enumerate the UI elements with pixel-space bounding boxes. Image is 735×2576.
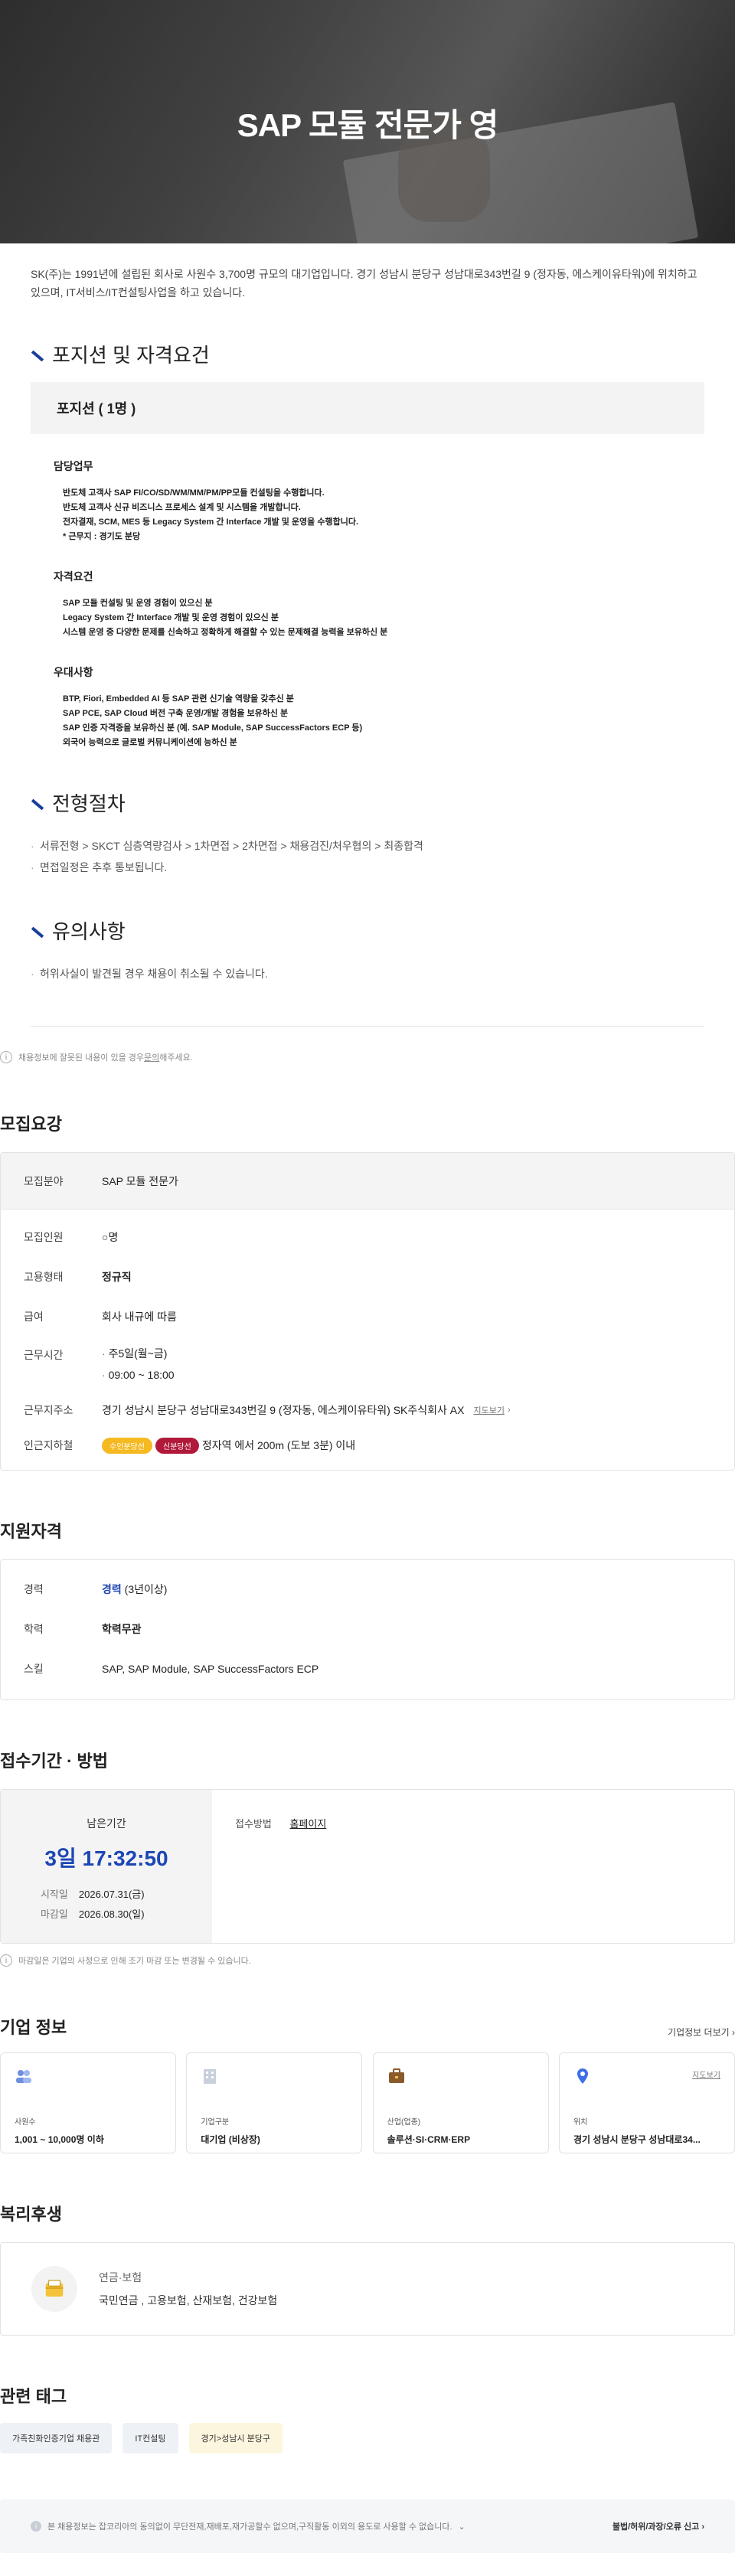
duties-title: 담당업무 <box>54 460 93 472</box>
company-card-location: 지도보기 위치 경기 성남시 분당구 성남대로34... <box>558 2052 735 2153</box>
company-more-link[interactable]: 기업정보 더보기 › <box>668 2026 735 2039</box>
chevron-down-icon[interactable]: ⌄ <box>459 2522 466 2532</box>
recruit-title: 모집요강 <box>0 1115 62 1134</box>
hero-banner: SAP 모듈 전문가 영 <box>0 0 735 243</box>
position-box: 포지션 ( 1명 ) <box>31 382 704 434</box>
period-title: 접수기간 · 방법 <box>0 1752 108 1771</box>
recruit-card: 모집분야 SAP 모듈 전문가 모집인원 ○명 고용형태 정규직 급여 회사 내… <box>0 1152 735 1471</box>
remaining-time: 3일 17:32:50 <box>44 1846 168 1870</box>
list-item: 서류전형 > SKCT 심층역량검사 > 1차면접 > 2차면접 > 채용검진/… <box>31 835 704 857</box>
work-address: 경기 성남시 분당구 성남대로343번길 9 (정자동, 에스케이유타워) SK… <box>102 1404 465 1416</box>
tag[interactable]: 경기>성남시 분당구 <box>188 2423 283 2454</box>
company-card-industry: 산업(업종) 솔루션·SI·CRM·ERP <box>372 2052 549 2153</box>
list-item: BTP, Fiori, Embedded AI 등 SAP 관련 신기술 역량을… <box>63 694 294 704</box>
briefcase-icon <box>388 2068 404 2083</box>
position-label: 포지션 ( 1명 ) <box>57 401 136 416</box>
list-item: 반도체 고객사 신규 비즈니스 프로세스 설계 및 시스템을 개발합니다. <box>63 503 301 512</box>
welfare-title: 복리후생 <box>0 2205 62 2224</box>
list-item: 허위사실이 발견될 경우 채용이 취소될 수 있습니다. <box>31 963 704 984</box>
period-card: 남은기간 3일 17:32:50 시작일 2026.07.31(금) 마감일 202… <box>0 1789 735 1944</box>
section-caution: 유의사항 <box>31 916 704 945</box>
location-pin-icon <box>577 2068 588 2084</box>
building-icon <box>204 2069 217 2084</box>
job-title: SAP 모듈 전문가 영 <box>237 107 498 143</box>
section-title: 유의사항 <box>52 920 126 943</box>
career: 경력 <box>102 1583 122 1595</box>
section-mark-icon <box>31 926 44 938</box>
welfare-items: 국민연금 , 고용보험, 산재보험, 건강보험 <box>99 2294 278 2307</box>
info-icon: i <box>0 1051 12 1063</box>
report-link[interactable]: 불법/허위/과장/오류 신고 › <box>612 2520 704 2532</box>
qualification-card: 경력 경력 (3년이상) 학력 학력무관 스킬 SAP, SAP Module,… <box>0 1559 735 1700</box>
list-item: 시스템 운영 중 다양한 문제를 신속하고 정확하게 해결할 수 있는 문제해결… <box>63 628 388 637</box>
list-item: 반도체 고객사 SAP FI/CO/SD/WM/MM/PM/PP모듈 컨설팅을 … <box>63 488 325 498</box>
list-item: SAP 인증 자격증을 보유하신 분 (예. SAP Module, SAP S… <box>63 723 363 733</box>
section-mark-icon <box>31 798 44 810</box>
preferred-title: 우대사항 <box>54 666 93 678</box>
company-card-employees: 사원수 1,001 ~ 10,000명 이하 <box>0 2052 176 2153</box>
chevron-right-icon: › <box>507 1406 511 1415</box>
map-link[interactable]: 지도보기 <box>692 2068 720 2080</box>
company-intro: SK(주)는 1991년에 설립된 회사로 사원수 3,700명 규모의 대기업… <box>31 268 697 299</box>
qualification-title: 지원자격 <box>0 1522 62 1541</box>
employment-type: 정규직 <box>102 1271 132 1283</box>
info-icon: i <box>0 1954 12 1967</box>
section-process: 전형절차 <box>31 788 704 817</box>
job-description: SK(주)는 1991년에 설립된 회사로 사원수 3,700명 규모의 대기업… <box>31 243 704 1027</box>
section-position: 포지션 및 자격요건 <box>31 340 704 368</box>
education: 학력무관 <box>102 1623 142 1635</box>
work-hours: 주5일(월~금) 09:00 ~ 18:00 <box>102 1343 175 1386</box>
info-icon: i <box>31 2521 41 2532</box>
company-title: 기업 정보 <box>0 2018 67 2037</box>
section-title: 전형절차 <box>52 792 126 815</box>
duties: 담당업무 반도체 고객사 SAP FI/CO/SD/WM/MM/PM/PP모듈 … <box>54 459 704 750</box>
list-item: SAP PCE, SAP Cloud 버전 구축 운영/개발 경험을 보유하신 … <box>63 709 289 718</box>
people-icon <box>16 2070 31 2083</box>
welfare-category: 연금·보험 <box>99 2271 142 2284</box>
map-link[interactable]: 지도보기 <box>473 1404 504 1416</box>
list-item: * 근무지 : 경기도 분당 <box>63 532 141 541</box>
tag[interactable]: 가족친화인증기업 채용관 <box>0 2423 113 2454</box>
inquiry-link[interactable]: 문의 <box>144 1051 159 1063</box>
salary: 회사 내규에 따름 <box>102 1311 177 1323</box>
deadline-notice: i 마감일은 기업의 사정으로 인해 조기 마감 또는 변경될 수 있습니다. <box>0 1954 735 1967</box>
section-title: 포지션 및 자격요건 <box>52 344 210 367</box>
requirements-title: 자격요건 <box>54 570 93 583</box>
footer-disclaimer: i 본 채용정보는 잡코리아의 동의없이 무단전재,재배포,재가공할수 없으며,… <box>0 2499 735 2553</box>
pension-icon <box>45 2280 64 2297</box>
recruit-field: SAP 모듈 전문가 <box>102 1174 178 1187</box>
end-date: 2026.08.30(일) <box>78 1908 145 1920</box>
subway-badge: 수인분당선 <box>102 1437 152 1454</box>
list-item: 전자결재, SCM, MES 등 Legacy System 간 Interfa… <box>63 517 359 527</box>
start-date: 2026.07.31(금) <box>78 1889 145 1900</box>
welfare-card: 연금·보험 국민연금 , 고용보험, 산재보험, 건강보험 <box>0 2242 735 2336</box>
section-mark-icon <box>31 350 44 361</box>
list-item: SAP 모듈 컨설팅 및 운영 경험이 있으신 분 <box>63 599 213 608</box>
homepage-link[interactable]: 홈페이지 <box>289 1818 326 1830</box>
tag[interactable]: IT컨설팅 <box>122 2423 178 2454</box>
list-item: 외국어 능력으로 글로벌 커뮤니케이션에 능하신 분 <box>63 738 237 747</box>
recruit-count: ○명 <box>102 1231 119 1243</box>
list-item: Legacy System 간 Interface 개발 및 운영 경험이 있으… <box>63 613 279 622</box>
subway-badge: 신분당선 <box>155 1437 199 1454</box>
subway-info: 정자역 에서 200m (도보 3분) 이내 <box>201 1439 356 1451</box>
company-card-type: 기업구분 대기업 (비상장) <box>186 2052 363 2153</box>
report-notice: i 채용정보에 잘못된 내용이 있을 경우 문의 해주세요. <box>0 1051 735 1063</box>
list-item: 면접일정은 추후 통보됩니다. <box>31 857 704 878</box>
skills: SAP, SAP Module, SAP SuccessFactors ECP <box>102 1663 319 1675</box>
tags-title: 관련 태그 <box>0 2387 67 2406</box>
